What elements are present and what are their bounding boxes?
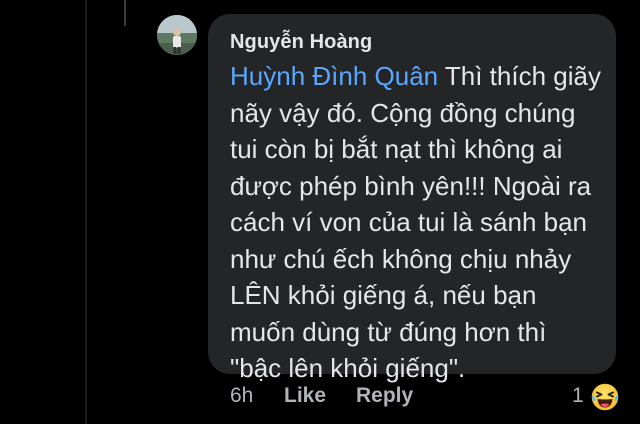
reaction-count: 1	[572, 384, 584, 407]
avatar[interactable]	[157, 15, 197, 55]
laughing-emoji-icon	[590, 382, 620, 412]
comment-author[interactable]: Nguyễn Hoàng	[230, 31, 372, 54]
comment-timestamp[interactable]: 6h	[230, 384, 253, 408]
like-button[interactable]: Like	[284, 384, 326, 408]
comment-line: "bậc lên khỏi giếng".	[230, 353, 466, 383]
comment-line: LÊN khỏi giếng á, nếu bạn	[230, 280, 537, 310]
reply-button[interactable]: Reply	[356, 384, 413, 408]
comment-line: nãy vậy đó. Cộng đồng chúng	[230, 97, 576, 128]
comment-line: Huỳnh Đình Quân Thì thích giãy	[230, 58, 610, 95]
comment-line: cách ví von của tui là sánh bạn	[230, 207, 588, 237]
comment-thread: Nguyễn Hoàng Huỳnh Đình Quân Thì thích g…	[0, 0, 640, 424]
comment-text: Huỳnh Đình Quân Thì thích giãy nãy vậy đ…	[230, 58, 610, 387]
comment-line: muốn dùng từ đúng hơn thì	[230, 316, 547, 347]
comment-text-segment: Thì thích giãy	[438, 61, 601, 91]
comment-line: như chú ếch không chịu nhảy	[230, 243, 572, 274]
thread-connector-outer	[85, 0, 87, 424]
avatar-photo	[157, 15, 197, 55]
thread-connector	[124, 0, 126, 26]
mention-link[interactable]: Huỳnh Đình Quân	[230, 61, 438, 91]
comment-line: được phép bình yên!!! Ngoài ra	[230, 170, 592, 201]
comment-line: tui còn bị bắt nạt thì không ai	[230, 134, 563, 164]
